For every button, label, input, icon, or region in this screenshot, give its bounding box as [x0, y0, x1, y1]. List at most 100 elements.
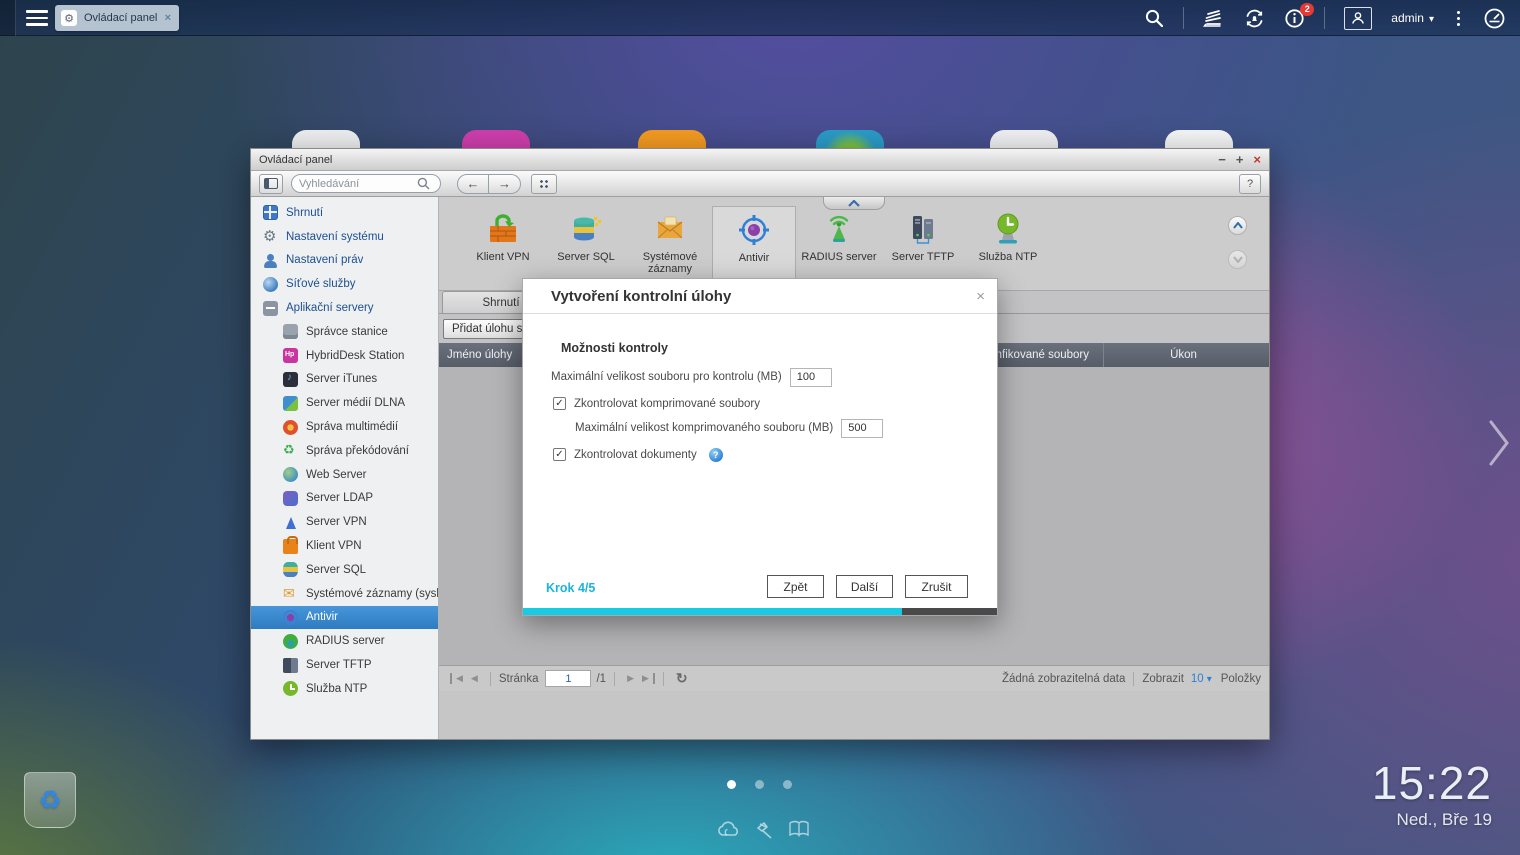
documents-checkbox[interactable] [553, 448, 566, 461]
maximize-button[interactable]: + [1236, 153, 1244, 166]
desktop-next-page-chevron-icon[interactable] [1486, 416, 1512, 475]
ribbon-item-server-tftp[interactable]: Server TFTP [881, 206, 965, 289]
sidebar-item-antivir[interactable]: Antivir [251, 606, 438, 630]
sidebar-item-syslog[interactable]: Systémové záznamy (syslog... [251, 582, 438, 606]
content-footer-strip [439, 691, 1269, 739]
more-options-icon[interactable] [1453, 9, 1464, 28]
dashboard-icon[interactable] [1483, 7, 1506, 30]
sidebar-item-spravce-stanice[interactable]: Správce stanice [251, 320, 438, 344]
transcode-icon [283, 443, 298, 458]
sidebar-item-server-dlna[interactable]: Server médií DLNA [251, 391, 438, 415]
recycle-bin-icon[interactable] [24, 772, 76, 828]
cloud-icon[interactable] [716, 820, 742, 845]
last-page-icon[interactable] [638, 673, 655, 684]
gear-icon [263, 229, 278, 244]
clock-date: Ned., Bře 19 [1372, 810, 1492, 830]
ribbon-item-klient-vpn[interactable]: Klient VPN [461, 206, 545, 289]
sidebar-item-server-tftp[interactable]: Server TFTP [251, 653, 438, 677]
sidebar-item-radius[interactable]: RADIUS server [251, 629, 438, 653]
divider [1324, 7, 1325, 29]
ribbon-item-antivir[interactable]: Antivir [712, 206, 796, 289]
column-header-action[interactable]: Úkon [1104, 343, 1263, 367]
main-menu-icon[interactable] [26, 10, 48, 26]
vpn-server-icon [283, 515, 298, 530]
ribbon-item-server-sql[interactable]: Server SQL [544, 206, 628, 289]
grid-view-button[interactable] [531, 174, 557, 194]
first-page-icon[interactable] [450, 673, 467, 684]
grid-icon [538, 178, 550, 190]
sidebar-item-klient-vpn[interactable]: Klient VPN [251, 534, 438, 558]
username: admin [1391, 11, 1424, 25]
tools-icon[interactable] [755, 820, 775, 845]
page-dot-1[interactable] [727, 780, 736, 789]
background-tasks-icon[interactable] [1203, 8, 1225, 28]
ribbon-item-sluzba-ntp[interactable]: Služba NTP [966, 206, 1050, 289]
sidebar-toggle-button[interactable] [259, 174, 283, 194]
sidebar-item-nastaveni-prav[interactable]: Nastavení práv [251, 249, 438, 273]
sidebar-item-nastaveni-systemu[interactable]: Nastavení systému [251, 225, 438, 249]
sidebar-item-sprava-multimedii[interactable]: Správa multimédií [251, 415, 438, 439]
ntp-icon [283, 681, 298, 696]
search-icon[interactable] [1145, 9, 1164, 28]
ribbon-item-syslog[interactable]: Systémové záznamy [628, 206, 712, 289]
page-size-caret-icon[interactable] [1207, 673, 1212, 685]
next-page-icon[interactable] [623, 673, 638, 684]
tftp-icon [905, 211, 941, 247]
sidebar-item-server-ldap[interactable]: Server LDAP [251, 487, 438, 511]
page-number-input[interactable] [545, 670, 591, 687]
max-file-size-input[interactable] [790, 368, 832, 387]
sidebar-item-hybriddesk[interactable]: HybridDesk Station [251, 344, 438, 368]
syslog-icon [283, 586, 298, 601]
book-icon[interactable] [788, 820, 810, 845]
topbar-tab-label: Ovládací panel [84, 12, 157, 24]
help-button[interactable]: ? [1239, 174, 1261, 194]
ribbon-collapse-tab[interactable] [823, 197, 885, 210]
ribbon-scroll-up-button[interactable] [1228, 216, 1247, 235]
sidebar-item-aplikacni-servery[interactable]: Aplikační servery [251, 296, 438, 320]
show-desktop-edge[interactable] [0, 0, 16, 36]
search-input[interactable] [299, 178, 417, 190]
sidebar-item-server-sql[interactable]: Server SQL [251, 558, 438, 582]
sidebar-item-shrnuti[interactable]: Shrnutí [251, 201, 438, 225]
sidebar-item-server-itunes[interactable]: Server iTunes [251, 368, 438, 392]
sql-icon [283, 562, 298, 577]
minimize-button[interactable]: − [1218, 153, 1226, 166]
forward-button[interactable]: → [489, 174, 521, 194]
cancel-button[interactable]: Zrušit [905, 575, 968, 598]
sidebar-item-sprava-prekodovani[interactable]: Správa překódování [251, 439, 438, 463]
ribbon-scroll-down-button[interactable] [1228, 250, 1247, 269]
refresh-icon[interactable] [672, 670, 692, 687]
user-avatar-icon[interactable] [1344, 7, 1372, 30]
page-dot-2[interactable] [755, 780, 764, 789]
window-titlebar[interactable]: Ovládací panel − + × [251, 149, 1269, 171]
max-compressed-size-input[interactable] [841, 419, 883, 438]
tab-close-icon[interactable]: × [165, 12, 171, 24]
divider [1133, 672, 1134, 686]
close-button[interactable]: × [1253, 153, 1261, 166]
items-label: Položky [1221, 673, 1261, 685]
sidebar-item-server-vpn[interactable]: Server VPN [251, 510, 438, 534]
sidebar-item-sluzba-ntp[interactable]: Služba NTP [251, 677, 438, 701]
page-total: /1 [596, 673, 606, 685]
help-icon[interactable] [709, 448, 723, 462]
service-ribbon: Klient VPN Server SQL Systémové záznamy … [439, 197, 1269, 291]
hybriddesk-icon [283, 348, 298, 363]
compressed-files-checkbox[interactable] [553, 397, 566, 410]
sidebar-item-web-server[interactable]: Web Server [251, 463, 438, 487]
topbar-tab-control-panel[interactable]: Ovládací panel × [55, 5, 179, 31]
sidebar: Shrnutí Nastavení systému Nastavení práv… [251, 197, 439, 739]
dialog-close-icon[interactable]: × [976, 289, 985, 304]
station-manager-icon [283, 324, 298, 339]
previous-page-icon[interactable] [467, 673, 482, 684]
user-menu[interactable]: admin [1391, 11, 1434, 25]
system-alerts-icon[interactable]: 2 [1284, 8, 1305, 29]
back-button[interactable]: Zpět [767, 575, 824, 598]
user-icon [263, 253, 278, 268]
next-button[interactable]: Další [836, 575, 893, 598]
ribbon-item-radius[interactable]: RADIUS server [797, 206, 881, 289]
page-size-value[interactable]: 10 [1191, 673, 1204, 685]
page-dot-3[interactable] [783, 780, 792, 789]
back-button[interactable]: ← [457, 174, 489, 194]
notifications-sync-icon[interactable] [1244, 8, 1265, 29]
sidebar-item-sitove-sluzby[interactable]: Síťové služby [251, 272, 438, 296]
